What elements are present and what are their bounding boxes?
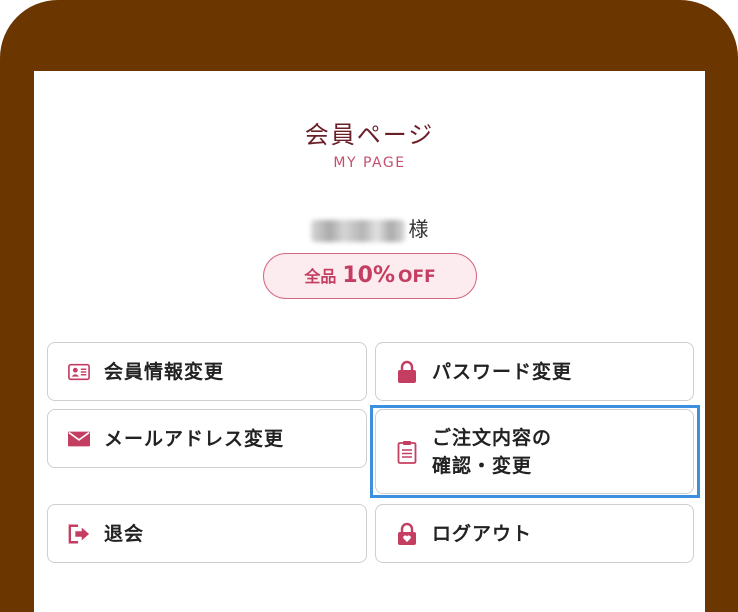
user-greeting: 様	[34, 213, 705, 242]
email-change-button[interactable]: メールアドレス変更	[47, 409, 367, 468]
mail-icon	[68, 428, 90, 450]
member-info-change-label: 会員情報変更	[104, 360, 225, 383]
discount-badge: 全品 10% OFF	[263, 253, 477, 299]
user-name-blurred	[310, 219, 405, 242]
lock-icon	[396, 360, 418, 383]
clipboard-icon	[396, 440, 418, 464]
password-change-button[interactable]: パスワード変更	[375, 342, 694, 401]
member-page-screen: 会員ページ MY PAGE 様 全品 10% OFF 会員情報変更 パスワード変…	[34, 71, 705, 612]
logout-label: ログアウト	[432, 522, 533, 545]
exit-icon	[68, 523, 90, 545]
order-confirm-change-label: ご注文内容の 確認・変更	[432, 424, 552, 480]
order-label-line2: 確認・変更	[432, 454, 533, 477]
withdraw-label: 退会	[104, 522, 145, 545]
order-label-line1: ご注文内容の	[432, 426, 553, 449]
page-subtitle: MY PAGE	[333, 155, 406, 171]
member-info-change-button[interactable]: 会員情報変更	[47, 342, 367, 401]
user-honorific: 様	[408, 217, 429, 241]
withdraw-button[interactable]: 退会	[47, 504, 367, 563]
password-change-label: パスワード変更	[432, 360, 573, 383]
discount-prefix: 全品	[304, 267, 337, 286]
order-confirm-change-button[interactable]: ご注文内容の 確認・変更	[375, 409, 694, 494]
member-card-icon	[68, 361, 90, 383]
logout-button[interactable]: ログアウト	[375, 504, 694, 563]
discount-suffix: OFF	[398, 267, 436, 287]
page-title: 会員ページ	[304, 121, 435, 149]
discount-amount: 10%	[342, 263, 395, 288]
email-change-label: メールアドレス変更	[104, 427, 285, 450]
logout-lock-icon	[396, 522, 418, 545]
